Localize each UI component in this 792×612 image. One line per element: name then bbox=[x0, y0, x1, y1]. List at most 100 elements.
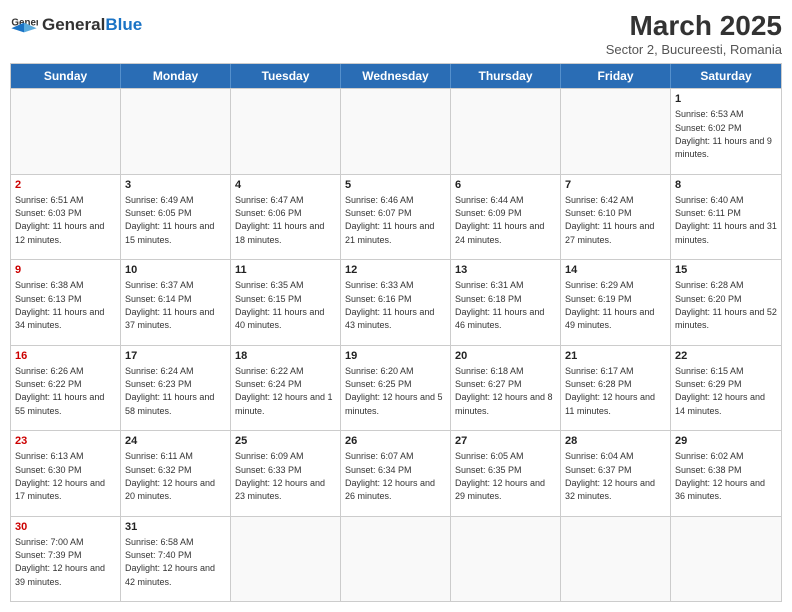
day-cell-1-6: 8Sunrise: 6:40 AM Sunset: 6:11 PM Daylig… bbox=[671, 175, 781, 260]
week-row-4: 16 Sunrise: 6:26 AM Sunset: 6:22 PM Dayli… bbox=[11, 345, 781, 431]
header-tuesday: Tuesday bbox=[231, 64, 341, 88]
header-friday: Friday bbox=[561, 64, 671, 88]
day-cell-2-6: 15 Sunrise: 6:28 AM Sunset: 6:20 PM Dayli… bbox=[671, 260, 781, 345]
day-number: 4 bbox=[235, 178, 336, 192]
day-number: 31 bbox=[125, 520, 226, 534]
day-cell-5-6 bbox=[671, 517, 781, 602]
day-number: 7 bbox=[565, 178, 666, 192]
day-cell-0-0 bbox=[11, 89, 121, 174]
day-number: 26 bbox=[345, 434, 446, 448]
day-cell-0-6: 1 Sunrise: 6:53 AM Sunset: 6:02 PM Daylig… bbox=[671, 89, 781, 174]
header-thursday: Thursday bbox=[451, 64, 561, 88]
day-cell-1-4: 6Sunrise: 6:44 AM Sunset: 6:09 PM Daylig… bbox=[451, 175, 561, 260]
page: General GeneralBlue March 2025 Sector 2,… bbox=[0, 0, 792, 612]
day-info: Sunrise: 6:15 AM Sunset: 6:29 PM Dayligh… bbox=[675, 366, 765, 416]
day-cell-5-0: 30 Sunrise: 7:00 AM Sunset: 7:39 PM Dayli… bbox=[11, 517, 121, 602]
day-info: Sunrise: 6:13 AM Sunset: 6:30 PM Dayligh… bbox=[15, 451, 105, 501]
day-info: Sunrise: 6:33 AM Sunset: 6:16 PM Dayligh… bbox=[345, 280, 434, 330]
day-cell-3-3: 19 Sunrise: 6:20 AM Sunset: 6:25 PM Dayli… bbox=[341, 346, 451, 431]
day-number: 16 bbox=[15, 349, 116, 363]
day-cell-4-2: 25Sunrise: 6:09 AM Sunset: 6:33 PM Dayli… bbox=[231, 431, 341, 516]
day-cell-5-1: 31 Sunrise: 6:58 AM Sunset: 7:40 PM Dayli… bbox=[121, 517, 231, 602]
day-info: Sunrise: 6:53 AM Sunset: 6:02 PM Dayligh… bbox=[675, 109, 772, 159]
header-monday: Monday bbox=[121, 64, 231, 88]
day-info: Sunrise: 6:18 AM Sunset: 6:27 PM Dayligh… bbox=[455, 366, 553, 416]
calendar-body: 1 Sunrise: 6:53 AM Sunset: 6:02 PM Daylig… bbox=[11, 88, 781, 601]
day-info: Sunrise: 6:35 AM Sunset: 6:15 PM Dayligh… bbox=[235, 280, 324, 330]
day-number: 1 bbox=[675, 92, 777, 106]
day-info: Sunrise: 6:37 AM Sunset: 6:14 PM Dayligh… bbox=[125, 280, 214, 330]
week-row-5: 23 Sunrise: 6:13 AM Sunset: 6:30 PM Dayli… bbox=[11, 430, 781, 516]
day-cell-0-1 bbox=[121, 89, 231, 174]
logo-text: GeneralBlue bbox=[42, 16, 142, 33]
day-cell-0-5 bbox=[561, 89, 671, 174]
day-number: 3 bbox=[125, 178, 226, 192]
day-info: Sunrise: 6:11 AM Sunset: 6:32 PM Dayligh… bbox=[125, 451, 215, 501]
day-info: Sunrise: 6:49 AM Sunset: 6:05 PM Dayligh… bbox=[125, 195, 214, 245]
day-number: 18 bbox=[235, 349, 336, 363]
day-cell-1-3: 5 Sunrise: 6:46 AM Sunset: 6:07 PM Daylig… bbox=[341, 175, 451, 260]
day-cell-3-6: 22 Sunrise: 6:15 AM Sunset: 6:29 PM Dayli… bbox=[671, 346, 781, 431]
header: General GeneralBlue March 2025 Sector 2,… bbox=[10, 10, 782, 57]
day-info: Sunrise: 6:24 AM Sunset: 6:23 PM Dayligh… bbox=[125, 366, 214, 416]
day-number: 12 bbox=[345, 263, 446, 277]
day-cell-2-4: 13Sunrise: 6:31 AM Sunset: 6:18 PM Dayli… bbox=[451, 260, 561, 345]
day-cell-4-5: 28 Sunrise: 6:04 AM Sunset: 6:37 PM Dayli… bbox=[561, 431, 671, 516]
day-number: 10 bbox=[125, 263, 226, 277]
header-saturday: Saturday bbox=[671, 64, 781, 88]
calendar-header: Sunday Monday Tuesday Wednesday Thursday… bbox=[11, 64, 781, 88]
day-cell-5-5 bbox=[561, 517, 671, 602]
day-number: 11 bbox=[235, 263, 336, 277]
day-info: Sunrise: 6:02 AM Sunset: 6:38 PM Dayligh… bbox=[675, 451, 765, 501]
day-number: 23 bbox=[15, 434, 116, 448]
day-number: 24 bbox=[125, 434, 226, 448]
day-number: 27 bbox=[455, 434, 556, 448]
day-info: Sunrise: 6:07 AM Sunset: 6:34 PM Dayligh… bbox=[345, 451, 435, 501]
logo-icon: General bbox=[10, 10, 38, 38]
day-cell-2-1: 10 Sunrise: 6:37 AM Sunset: 6:14 PM Dayli… bbox=[121, 260, 231, 345]
day-info: Sunrise: 6:26 AM Sunset: 6:22 PM Dayligh… bbox=[15, 366, 104, 416]
day-info: Sunrise: 6:17 AM Sunset: 6:28 PM Dayligh… bbox=[565, 366, 655, 416]
day-cell-2-2: 11 Sunrise: 6:35 AM Sunset: 6:15 PM Dayli… bbox=[231, 260, 341, 345]
day-cell-3-2: 18 Sunrise: 6:22 AM Sunset: 6:24 PM Dayli… bbox=[231, 346, 341, 431]
day-info: Sunrise: 6:31 AM Sunset: 6:18 PM Dayligh… bbox=[455, 280, 544, 330]
day-info: Sunrise: 6:44 AM Sunset: 6:09 PM Dayligh… bbox=[455, 195, 544, 245]
day-number: 8 bbox=[675, 178, 777, 192]
day-cell-2-0: 9 Sunrise: 6:38 AM Sunset: 6:13 PM Daylig… bbox=[11, 260, 121, 345]
day-cell-3-4: 20Sunrise: 6:18 AM Sunset: 6:27 PM Dayli… bbox=[451, 346, 561, 431]
day-cell-0-4 bbox=[451, 89, 561, 174]
week-row-1: 1 Sunrise: 6:53 AM Sunset: 6:02 PM Daylig… bbox=[11, 88, 781, 174]
day-info: Sunrise: 6:58 AM Sunset: 7:40 PM Dayligh… bbox=[125, 537, 215, 587]
day-cell-1-0: 2Sunrise: 6:51 AM Sunset: 6:03 PM Daylig… bbox=[11, 175, 121, 260]
day-number: 25 bbox=[235, 434, 336, 448]
day-cell-2-3: 12 Sunrise: 6:33 AM Sunset: 6:16 PM Dayli… bbox=[341, 260, 451, 345]
day-number: 22 bbox=[675, 349, 777, 363]
day-number: 30 bbox=[15, 520, 116, 534]
day-info: Sunrise: 7:00 AM Sunset: 7:39 PM Dayligh… bbox=[15, 537, 105, 587]
day-info: Sunrise: 6:42 AM Sunset: 6:10 PM Dayligh… bbox=[565, 195, 654, 245]
day-info: Sunrise: 6:38 AM Sunset: 6:13 PM Dayligh… bbox=[15, 280, 104, 330]
day-info: Sunrise: 6:28 AM Sunset: 6:20 PM Dayligh… bbox=[675, 280, 777, 330]
day-cell-4-0: 23 Sunrise: 6:13 AM Sunset: 6:30 PM Dayli… bbox=[11, 431, 121, 516]
day-info: Sunrise: 6:04 AM Sunset: 6:37 PM Dayligh… bbox=[565, 451, 655, 501]
day-info: Sunrise: 6:22 AM Sunset: 6:24 PM Dayligh… bbox=[235, 366, 333, 416]
day-info: Sunrise: 6:29 AM Sunset: 6:19 PM Dayligh… bbox=[565, 280, 654, 330]
day-cell-1-5: 7 Sunrise: 6:42 AM Sunset: 6:10 PM Daylig… bbox=[561, 175, 671, 260]
day-number: 9 bbox=[15, 263, 116, 277]
day-cell-3-1: 17Sunrise: 6:24 AM Sunset: 6:23 PM Dayli… bbox=[121, 346, 231, 431]
day-number: 28 bbox=[565, 434, 666, 448]
day-cell-4-4: 27 Sunrise: 6:05 AM Sunset: 6:35 PM Dayli… bbox=[451, 431, 561, 516]
day-number: 19 bbox=[345, 349, 446, 363]
day-cell-3-0: 16 Sunrise: 6:26 AM Sunset: 6:22 PM Dayli… bbox=[11, 346, 121, 431]
day-info: Sunrise: 6:20 AM Sunset: 6:25 PM Dayligh… bbox=[345, 366, 443, 416]
day-number: 5 bbox=[345, 178, 446, 192]
day-number: 29 bbox=[675, 434, 777, 448]
day-info: Sunrise: 6:46 AM Sunset: 6:07 PM Dayligh… bbox=[345, 195, 434, 245]
day-cell-4-6: 29 Sunrise: 6:02 AM Sunset: 6:38 PM Dayli… bbox=[671, 431, 781, 516]
day-info: Sunrise: 6:05 AM Sunset: 6:35 PM Dayligh… bbox=[455, 451, 545, 501]
week-row-6: 30 Sunrise: 7:00 AM Sunset: 7:39 PM Dayli… bbox=[11, 516, 781, 602]
day-number: 15 bbox=[675, 263, 777, 277]
week-row-2: 2Sunrise: 6:51 AM Sunset: 6:03 PM Daylig… bbox=[11, 174, 781, 260]
title-area: March 2025 Sector 2, Bucureesti, Romania bbox=[606, 10, 782, 57]
day-info: Sunrise: 6:47 AM Sunset: 6:06 PM Dayligh… bbox=[235, 195, 324, 245]
